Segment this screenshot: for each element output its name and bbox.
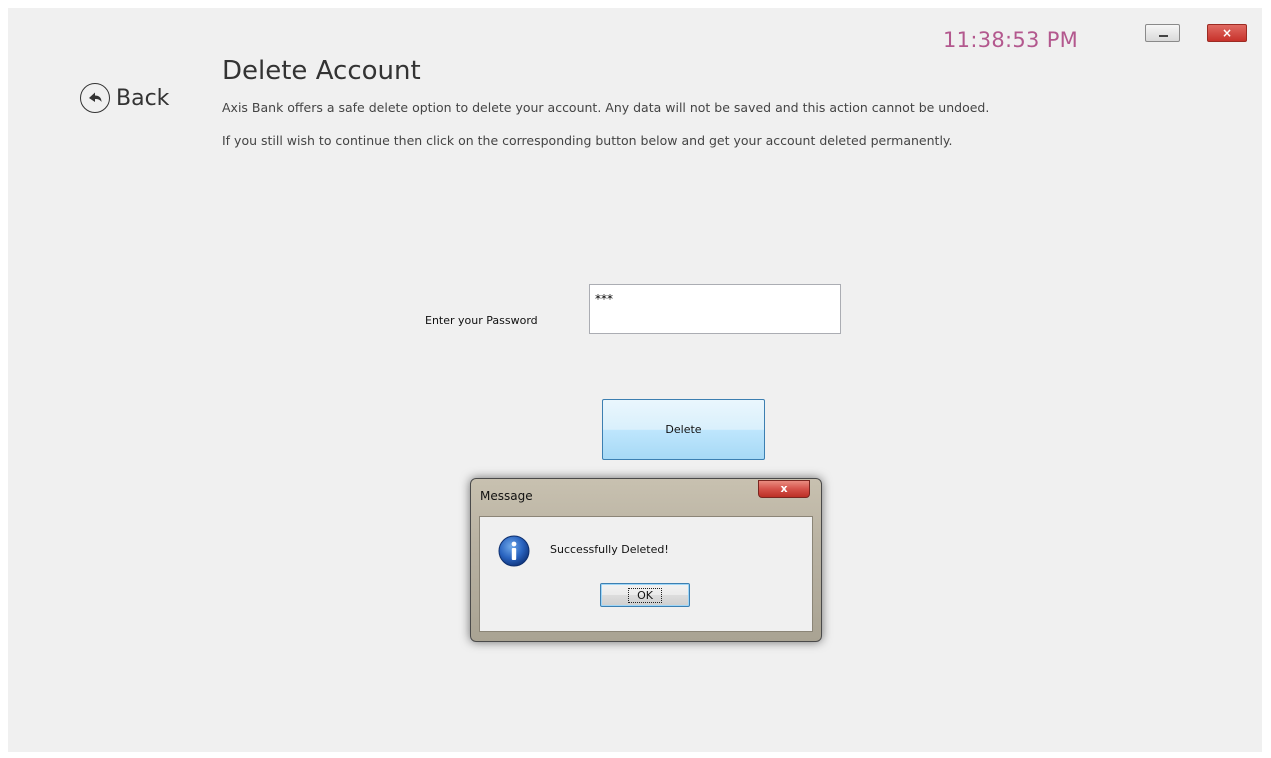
dialog-body: Successfully Deleted! OK <box>479 516 813 632</box>
dialog-message: Successfully Deleted! <box>550 543 669 556</box>
dialog-close-button[interactable]: x <box>758 480 810 498</box>
app-window: 11:38:53 PM × Back Delete Account Axis B… <box>8 8 1262 752</box>
dialog-title: Message <box>480 489 533 503</box>
delete-button[interactable]: Delete <box>602 399 765 460</box>
back-label: Back <box>116 85 170 111</box>
clock-display: 11:38:53 PM <box>943 28 1079 52</box>
ok-button[interactable]: OK <box>600 583 690 607</box>
minimize-icon <box>1159 35 1168 37</box>
password-input[interactable] <box>589 284 841 334</box>
close-window-button[interactable]: × <box>1207 24 1247 42</box>
description-line-1: Axis Bank offers a safe delete option to… <box>222 100 990 115</box>
description-line-2: If you still wish to continue then click… <box>222 133 953 148</box>
back-arrow-icon <box>80 83 110 113</box>
ok-label: OK <box>628 587 662 603</box>
message-dialog: Message x Successfully Deleted! OK <box>470 478 822 642</box>
page-title: Delete Account <box>222 56 421 86</box>
minimize-button[interactable] <box>1145 24 1180 42</box>
password-label: Enter your Password <box>425 314 538 327</box>
back-button[interactable]: Back <box>80 80 169 116</box>
info-icon <box>498 535 530 567</box>
